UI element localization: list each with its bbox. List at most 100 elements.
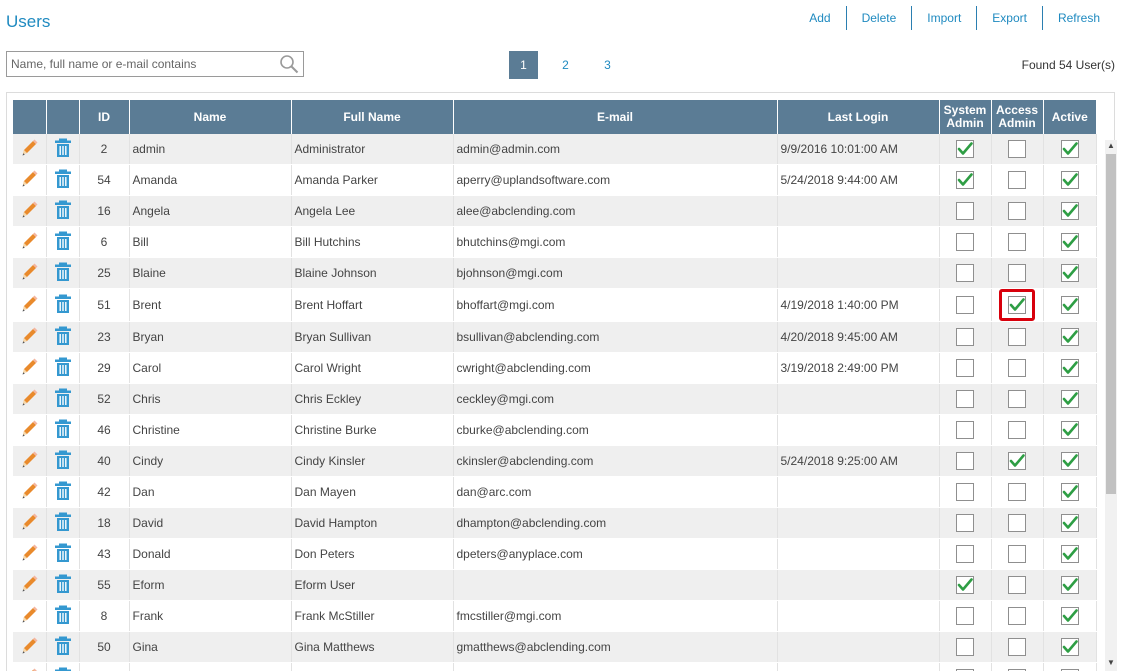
active-checkbox[interactable] <box>1060 607 1079 625</box>
system-admin-checkbox[interactable] <box>956 171 974 189</box>
access-admin-checkbox[interactable] <box>1008 296 1026 314</box>
system-admin-checkbox[interactable] <box>956 483 974 501</box>
import-button[interactable]: Import <box>911 6 976 30</box>
col-systemadmin-header[interactable]: System Admin <box>939 100 992 134</box>
active-checkbox[interactable] <box>1060 202 1079 220</box>
trash-icon[interactable] <box>54 294 72 317</box>
access-admin-checkbox[interactable] <box>1008 264 1026 282</box>
pencil-icon[interactable] <box>19 358 39 380</box>
system-admin-checkbox[interactable] <box>956 638 974 656</box>
system-admin-checkbox[interactable] <box>956 514 974 532</box>
scroll-down-arrow-icon[interactable]: ▼ <box>1105 657 1117 669</box>
trash-icon[interactable] <box>54 200 72 223</box>
pencil-icon[interactable] <box>19 170 39 192</box>
access-admin-checkbox[interactable] <box>1008 514 1026 532</box>
export-button[interactable]: Export <box>976 6 1042 30</box>
active-checkbox[interactable] <box>1060 421 1079 439</box>
access-admin-checkbox[interactable] <box>1008 452 1026 470</box>
table-row[interactable]: 23 Bryan Bryan Sullivan bsullivan@abclendin… <box>13 321 1097 353</box>
system-admin-checkbox[interactable] <box>956 296 974 314</box>
trash-icon[interactable] <box>54 138 72 161</box>
table-row[interactable]: 50 Gina Gina Matthews gmatthews@abclending.… <box>13 631 1097 663</box>
pencil-icon[interactable] <box>19 513 39 535</box>
system-admin-checkbox[interactable] <box>956 390 974 408</box>
access-admin-checkbox[interactable] <box>1008 140 1026 158</box>
col-active-header[interactable]: Active <box>1043 100 1096 134</box>
system-admin-checkbox[interactable] <box>956 452 974 470</box>
table-row[interactable]: 6 Bill Bill Hutchins bhutchins@mgi.com <box>13 226 1097 258</box>
system-admin-checkbox[interactable] <box>956 264 974 282</box>
active-checkbox[interactable] <box>1060 296 1079 314</box>
vertical-scrollbar[interactable]: ▲ ▼ <box>1105 140 1117 671</box>
add-button[interactable]: Add <box>794 6 845 30</box>
scroll-up-arrow-icon[interactable]: ▲ <box>1105 140 1117 152</box>
pencil-icon[interactable] <box>19 263 39 285</box>
search-input[interactable] <box>7 52 271 76</box>
active-checkbox[interactable] <box>1060 452 1079 470</box>
system-admin-checkbox[interactable] <box>956 140 974 158</box>
pencil-icon[interactable] <box>19 327 39 349</box>
page-3-button[interactable]: 3 <box>593 51 622 79</box>
trash-icon[interactable] <box>54 262 72 285</box>
page-1-button[interactable]: 1 <box>509 51 538 79</box>
access-admin-checkbox[interactable] <box>1008 545 1026 563</box>
pencil-icon[interactable] <box>19 201 39 223</box>
table-row[interactable]: 2 admin Administrator admin@admin.com 9/9/20… <box>13 134 1097 165</box>
access-admin-checkbox[interactable] <box>1008 607 1026 625</box>
access-admin-checkbox[interactable] <box>1008 202 1026 220</box>
table-row[interactable]: 55 Eform Eform User <box>13 569 1097 601</box>
pencil-icon[interactable] <box>19 389 39 411</box>
trash-icon[interactable] <box>54 357 72 380</box>
table-row[interactable]: 52 Chris Chris Eckley ceckley@mgi.com <box>13 383 1097 415</box>
col-id-header[interactable]: ID <box>79 100 130 134</box>
active-checkbox[interactable] <box>1060 576 1079 594</box>
system-admin-checkbox[interactable] <box>956 421 974 439</box>
trash-icon[interactable] <box>54 543 72 566</box>
pencil-icon[interactable] <box>19 295 39 317</box>
delete-button[interactable]: Delete <box>845 6 912 30</box>
trash-icon[interactable] <box>54 326 72 349</box>
access-admin-checkbox[interactable] <box>1008 483 1026 501</box>
table-row[interactable]: 43 Donald Don Peters dpeters@anyplace.com <box>13 538 1097 570</box>
trash-icon[interactable] <box>54 481 72 504</box>
table-row[interactable]: 25 Blaine Blaine Johnson bjohnson@mgi.com <box>13 257 1097 289</box>
active-checkbox[interactable] <box>1060 545 1079 563</box>
trash-icon[interactable] <box>54 636 72 659</box>
active-checkbox[interactable] <box>1060 514 1079 532</box>
table-row[interactable]: 18 David David Hampton dhampton@abclending.… <box>13 507 1097 539</box>
col-accessadmin-header[interactable]: Access Admin <box>991 100 1044 134</box>
access-admin-checkbox[interactable] <box>1008 390 1026 408</box>
col-lastlogin-header[interactable]: Last Login <box>777 100 940 134</box>
pencil-icon[interactable] <box>19 139 39 161</box>
access-admin-checkbox[interactable] <box>1008 576 1026 594</box>
active-checkbox[interactable] <box>1060 359 1079 377</box>
trash-icon[interactable] <box>54 574 72 597</box>
trash-icon[interactable] <box>54 169 72 192</box>
active-checkbox[interactable] <box>1060 638 1079 656</box>
trash-icon[interactable] <box>54 231 72 254</box>
system-admin-checkbox[interactable] <box>956 202 974 220</box>
active-checkbox[interactable] <box>1060 264 1079 282</box>
access-admin-checkbox[interactable] <box>1008 233 1026 251</box>
system-admin-checkbox[interactable] <box>956 233 974 251</box>
table-row[interactable]: 16 Angela Angela Lee alee@abclending.com <box>13 195 1097 227</box>
col-email-header[interactable]: E-mail <box>453 100 778 134</box>
pencil-icon[interactable] <box>19 420 39 442</box>
table-row[interactable]: 54 Amanda Amanda Parker aperry@uplandsoftwa… <box>13 164 1097 196</box>
active-checkbox[interactable] <box>1060 171 1079 189</box>
system-admin-checkbox[interactable] <box>956 545 974 563</box>
active-checkbox[interactable] <box>1060 233 1079 251</box>
trash-icon[interactable] <box>54 419 72 442</box>
access-admin-checkbox[interactable] <box>1008 171 1026 189</box>
pencil-icon[interactable] <box>19 451 39 473</box>
trash-icon[interactable] <box>54 450 72 473</box>
refresh-button[interactable]: Refresh <box>1041 6 1111 30</box>
pencil-icon[interactable] <box>19 575 39 597</box>
trash-icon[interactable] <box>54 605 72 628</box>
trash-icon[interactable] <box>54 512 72 535</box>
system-admin-checkbox[interactable] <box>956 576 974 594</box>
active-checkbox[interactable] <box>1060 390 1079 408</box>
page-2-button[interactable]: 2 <box>551 51 580 79</box>
access-admin-checkbox[interactable] <box>1008 638 1026 656</box>
access-admin-checkbox[interactable] <box>1008 421 1026 439</box>
